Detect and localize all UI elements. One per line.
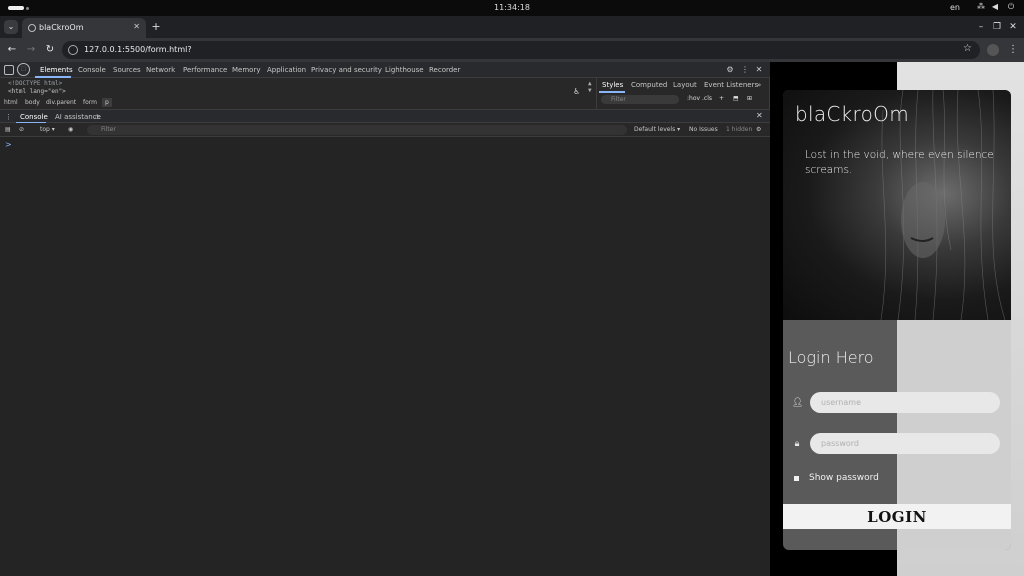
password-input[interactable] [810, 433, 1000, 454]
username-input[interactable] [810, 392, 1000, 413]
new-rule-icon[interactable]: + [719, 95, 724, 102]
console-prompt[interactable]: > [5, 140, 12, 149]
devtools-menu-icon[interactable]: ⋮ [740, 65, 750, 75]
back-button[interactable]: ← [6, 44, 18, 56]
address-bar[interactable]: 127.0.0.1:5500/form.html? ☆ [62, 41, 980, 59]
tagline: Lost in the void, where even silence scr… [805, 149, 994, 176]
system-top-bar: 11:34:18 en ⁂ ◀ ⏻ [0, 0, 1024, 16]
tab-search-button[interactable]: ⌄ [4, 20, 18, 34]
accessibility-icon[interactable]: ♿ [574, 87, 579, 97]
tab-computed[interactable]: Computed [631, 81, 667, 89]
tab-sources[interactable]: Sources [113, 66, 141, 74]
show-password-row: Show password [783, 473, 1011, 487]
tab-event-listeners[interactable]: Event Listeners [704, 81, 758, 89]
lock-icon: 🔒︎ [794, 439, 800, 449]
dom-doctype[interactable]: <!DOCTYPE html> [8, 80, 62, 87]
crumb-p[interactable]: p [102, 98, 112, 107]
console-toolbar: ▤ ⊘ top ▾ ◉ Filter Default levels ▾ No I… [0, 123, 770, 137]
breadcrumb: html body div.parent form p [0, 97, 595, 109]
computed-sidebar-icon[interactable]: ⊞ [747, 95, 752, 102]
styles-pane: Styles Computed Layout Event Listeners »… [596, 78, 770, 109]
login-button[interactable]: LOGIN [783, 504, 1011, 529]
reload-button[interactable]: ↻ [44, 44, 56, 56]
bookmark-star-icon[interactable]: ☆ [963, 43, 972, 54]
forward-button[interactable]: → [25, 44, 37, 56]
login-title: Login Hero [788, 348, 874, 367]
password-row: 🔒︎ [783, 433, 1011, 455]
tab-layout[interactable]: Layout [673, 81, 697, 89]
console-filter-placeholder: Filter [101, 126, 116, 133]
tab-console[interactable]: Console [78, 66, 106, 74]
inspect-element-icon[interactable] [4, 65, 14, 75]
system-clock[interactable]: 11:34:18 [0, 3, 1024, 12]
crumb-form[interactable]: form [83, 99, 97, 106]
show-password-checkbox[interactable] [794, 476, 799, 481]
more-tabs-icon[interactable]: » [757, 81, 761, 89]
crumb-html[interactable]: html [4, 99, 18, 106]
context-label: top [40, 126, 50, 133]
context-selector[interactable]: top ▾ [40, 126, 55, 133]
user-icon: 👤︎ [792, 398, 804, 408]
cls-button[interactable]: .cls [702, 95, 712, 102]
url-text[interactable]: 127.0.0.1:5500/form.html? [84, 45, 192, 54]
tab-performance[interactable]: Performance [183, 66, 227, 74]
username-row: 👤︎ [783, 392, 1011, 414]
clear-console-icon[interactable]: ⊘ [19, 126, 24, 133]
tab-styles[interactable]: Styles [602, 81, 623, 89]
profile-avatar[interactable] [987, 44, 999, 56]
warning-icon: ⚠ [94, 113, 101, 121]
device-toolbar-icon[interactable]: ⬚ [17, 63, 30, 76]
minimize-window-button[interactable]: – [975, 22, 987, 32]
console-settings-icon[interactable]: ⚙ [756, 126, 761, 133]
console-output[interactable]: > [0, 137, 770, 576]
close-tab-icon[interactable]: ✕ [133, 22, 140, 31]
devtools-panel: ⬚ Elements Console Sources Network Perfo… [0, 62, 770, 576]
settings-gear-icon[interactable]: ⚙ [725, 65, 735, 75]
styles-active-indicator [599, 91, 625, 93]
hidden-count: 1 hidden [726, 126, 753, 133]
maximize-window-button[interactable]: ❐ [991, 22, 1003, 32]
sidebar-toggle-icon[interactable]: ▤ [5, 126, 11, 133]
tab-recorder[interactable]: Recorder [429, 66, 460, 74]
tab-lighthouse[interactable]: Lighthouse [385, 66, 424, 74]
globe-icon [28, 24, 36, 32]
dom-html-node[interactable]: <html lang="en"> [8, 88, 66, 95]
tab-application[interactable]: Application [267, 66, 306, 74]
close-window-button[interactable]: ✕ [1007, 22, 1019, 32]
tab-network[interactable]: Network [146, 66, 175, 74]
network-icon[interactable]: ⁂ [976, 2, 986, 12]
hov-button[interactable]: :hov [687, 95, 700, 102]
levels-label: Default levels [634, 126, 676, 133]
live-expression-eye-icon[interactable]: ◉ [68, 126, 73, 133]
page-viewport: blaCkroOm Lost in the void, where even s… [770, 62, 1024, 576]
tab-title: blaCkroOm [39, 23, 84, 32]
log-levels-dropdown[interactable]: Default levels ▾ [634, 126, 680, 133]
close-devtools-icon[interactable]: ✕ [754, 65, 764, 75]
close-drawer-icon[interactable]: ✕ [756, 111, 763, 120]
tab-elements[interactable]: Elements [40, 66, 73, 74]
issues-count[interactable]: No Issues [689, 126, 718, 133]
crumb-div-parent[interactable]: div.parent [46, 99, 76, 106]
site-info-icon[interactable] [68, 45, 78, 55]
login-card: blaCkroOm Lost in the void, where even s… [783, 90, 1011, 550]
new-tab-button[interactable]: + [150, 20, 162, 34]
volume-icon[interactable]: ◀ [990, 2, 1000, 12]
brand-title: blaCkroOm [795, 102, 909, 126]
input-language[interactable]: en [950, 3, 960, 12]
drawer-menu-icon[interactable]: ⋮ [5, 113, 12, 121]
tab-memory[interactable]: Memory [232, 66, 260, 74]
element-state-icon[interactable]: ⬒ [733, 95, 739, 102]
hero-image: blaCkroOm Lost in the void, where even s… [783, 90, 1011, 320]
drawer-tabs: ⋮ Console AI assistance ⚠ ✕ [0, 109, 770, 124]
devtools-main-tabs: ⬚ Elements Console Sources Network Perfo… [0, 62, 770, 78]
styles-filter-input[interactable]: Filter [601, 95, 679, 104]
tab-privacy-security[interactable]: Privacy and security [311, 66, 382, 74]
show-password-label[interactable]: Show password [809, 473, 879, 483]
browser-menu-icon[interactable]: ⋮ [1008, 44, 1018, 56]
console-filter-input[interactable]: Filter [87, 125, 627, 135]
browser-tab[interactable]: blaCkroOm ✕ [22, 18, 146, 38]
crumb-body[interactable]: body [25, 99, 40, 106]
power-icon[interactable]: ⏻ [1006, 2, 1016, 12]
drawer-tab-console[interactable]: Console [20, 113, 48, 121]
